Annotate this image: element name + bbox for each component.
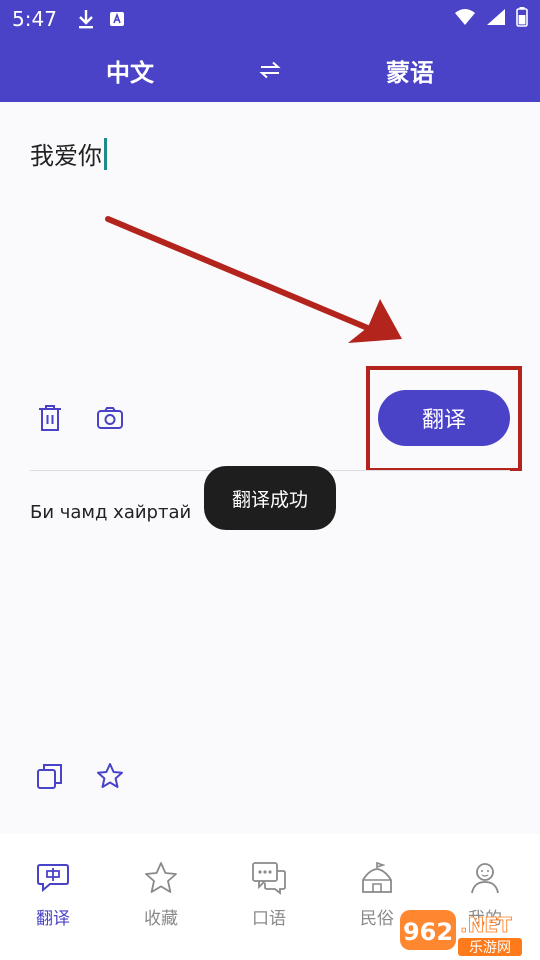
star-outline-icon (97, 763, 123, 788)
app-notification-icon (109, 11, 125, 27)
status-time: 5:47 (12, 7, 57, 31)
copy-icon (37, 764, 62, 789)
battery-icon (516, 7, 528, 31)
chat-icon (251, 860, 287, 896)
swap-language-button[interactable] (250, 52, 290, 88)
copy-button[interactable] (30, 756, 70, 796)
delete-button[interactable] (30, 398, 70, 438)
profile-icon (467, 860, 503, 896)
signal-icon (486, 8, 506, 30)
favorite-button[interactable] (90, 756, 130, 796)
star-icon (143, 860, 179, 896)
camera-button[interactable] (90, 398, 130, 438)
nav-label-folk-customs: 民俗 (360, 909, 394, 929)
nav-item-translate[interactable]: 翻译 (8, 860, 98, 930)
success-toast: 翻译成功 (204, 466, 336, 530)
app-header: 中文 蒙语 (0, 38, 540, 102)
nav-label-translate: 翻译 (36, 909, 70, 929)
watermark-number: 962 (403, 918, 453, 946)
yurt-icon (359, 860, 395, 896)
translate-icon (35, 860, 71, 896)
translate-button[interactable]: 翻译 (378, 390, 510, 446)
swap-icon (259, 61, 281, 79)
nav-item-favorites[interactable]: 收藏 (116, 860, 206, 930)
annotation-arrow (105, 216, 402, 343)
source-language-button[interactable]: 中文 (50, 38, 210, 102)
nav-label-spoken: 口语 (252, 909, 286, 929)
nav-item-spoken[interactable]: 口语 (224, 860, 314, 930)
source-text: 我爱你 (30, 142, 102, 170)
watermark-logo: 962 .NET 乐游网 (398, 906, 538, 958)
trash-icon (39, 405, 61, 431)
download-icon (77, 9, 95, 29)
text-caret (104, 137, 107, 170)
watermark-caption: 乐游网 (469, 940, 511, 956)
target-language-button[interactable]: 蒙语 (330, 38, 490, 102)
translation-result-text: Би чамд хайртай (30, 502, 192, 523)
watermark-suffix: .NET (460, 913, 512, 937)
nav-label-favorites: 收藏 (144, 909, 178, 929)
wifi-icon (454, 8, 476, 30)
source-text-input[interactable]: 我爱你 (30, 136, 107, 171)
status-bar: 5:47 (0, 0, 540, 38)
camera-icon (97, 407, 123, 429)
